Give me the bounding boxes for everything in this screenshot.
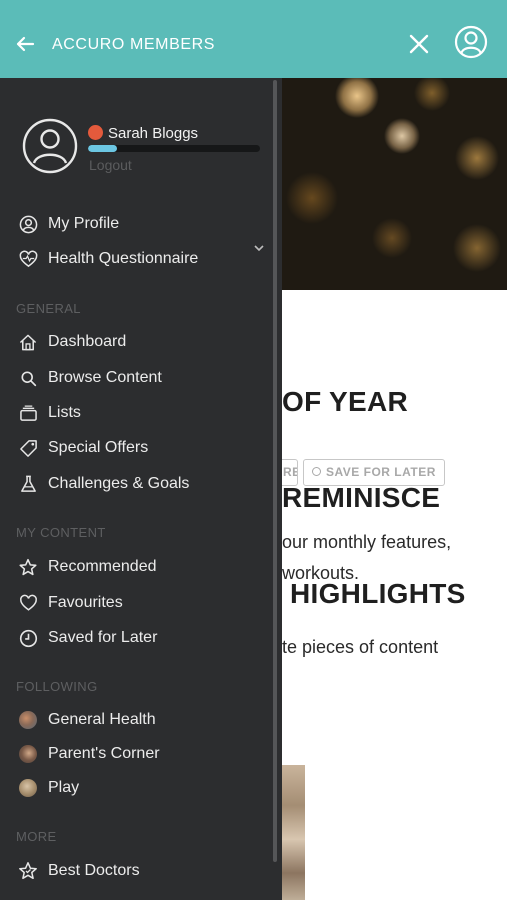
menu-item-label: Special Offers — [48, 439, 149, 456]
menu-item-label: Play — [48, 779, 80, 796]
menu-item-my-profile[interactable]: My Profile — [18, 211, 268, 237]
menu-item-favourites[interactable]: Favourites — [18, 590, 268, 616]
parents-corner-avatar — [18, 744, 38, 764]
article-title-line: REMINISCE — [282, 482, 441, 513]
lists-icon — [18, 403, 38, 423]
menu-item-challenges-goals[interactable]: Challenges & Goals — [18, 471, 268, 497]
menu-item-label: Saved for Later — [48, 629, 158, 646]
article-hero-image — [282, 78, 507, 290]
status-indicator — [88, 125, 103, 140]
profile-avatar-icon[interactable] — [22, 118, 78, 174]
flask-icon — [18, 474, 38, 494]
play-avatar — [18, 778, 38, 798]
menu-item-general-health[interactable]: General Health — [18, 707, 268, 733]
article-title-line: OF YEAR — [282, 386, 409, 417]
article-body-line: te pieces of content — [282, 637, 439, 657]
menu-item-browse-content[interactable]: Browse Content — [18, 365, 268, 391]
arrow-left-icon[interactable] — [14, 33, 36, 55]
save-for-later-button[interactable]: SAVE FOR LATER — [303, 459, 445, 486]
menu-item-recommended[interactable]: Recommended — [18, 554, 268, 580]
menu-item-play[interactable]: Play — [18, 775, 268, 801]
drawer-scrollbar[interactable] — [273, 80, 277, 862]
heart-pulse-icon — [18, 249, 38, 269]
menu-item-label: Dashboard — [48, 333, 127, 350]
clock-icon — [312, 467, 321, 476]
user-circle-icon[interactable] — [454, 25, 488, 59]
clock-icon — [18, 628, 38, 648]
menu-item-label: General Health — [48, 711, 156, 728]
star-badge-icon — [18, 861, 38, 881]
section-heading-general: GENERAL — [16, 301, 81, 316]
menu-item-lists[interactable]: Lists — [18, 400, 268, 426]
profile-progress-fill — [88, 145, 118, 152]
menu-item-special-offers[interactable]: Special Offers — [18, 435, 268, 461]
menu-item-label: Recommended — [48, 558, 157, 575]
user-name: Sarah Bloggs — [108, 125, 199, 142]
logout-link[interactable]: Logout — [89, 157, 132, 173]
close-icon[interactable] — [407, 32, 431, 56]
star-icon — [18, 557, 38, 577]
app-header: ACCURO MEMBERS — [0, 0, 507, 78]
menu-item-label: Best Doctors — [48, 862, 140, 879]
section-heading-more: MORE — [16, 829, 57, 844]
menu-item-label: Lists — [48, 404, 81, 421]
menu-item-label: Favourites — [48, 594, 123, 611]
heart-icon — [18, 593, 38, 613]
chip-label: RE! — [283, 465, 297, 479]
profile-progress-bar — [88, 145, 260, 152]
article-body-line: our monthly features, — [282, 532, 452, 552]
menu-item-dashboard[interactable]: Dashboard — [18, 329, 268, 355]
menu-item-best-doctors[interactable]: Best Doctors — [18, 858, 268, 884]
menu-item-health-questionnaire[interactable]: Health Questionnaire — [18, 246, 268, 272]
app-title: ACCURO MEMBERS — [52, 36, 216, 53]
section-heading-my-content: MY CONTENT — [16, 525, 106, 540]
chevron-down-icon[interactable] — [253, 242, 265, 254]
menu-item-label: Health Questionnaire — [48, 250, 199, 267]
user-circle-icon — [18, 214, 38, 234]
menu-item-label: Browse Content — [48, 369, 162, 386]
search-icon — [18, 368, 38, 388]
tag-icon — [18, 438, 38, 458]
menu-item-parents-corner[interactable]: Parent's Corner — [18, 741, 268, 767]
article-body-line: workouts. — [282, 563, 360, 583]
menu-item-saved-for-later[interactable]: Saved for Later — [18, 625, 268, 651]
article-thumbnail[interactable] — [282, 765, 305, 900]
menu-item-label: My Profile — [48, 215, 120, 232]
save-for-later-label: SAVE FOR LATER — [326, 465, 436, 479]
home-icon — [18, 332, 38, 352]
section-heading-following: FOLLOWING — [16, 679, 98, 694]
menu-item-label: Parent's Corner — [48, 745, 160, 762]
navigation-drawer: Sarah Bloggs Logout My Profile Health Qu… — [0, 78, 282, 900]
general-health-avatar — [18, 710, 38, 730]
menu-item-label: Challenges & Goals — [48, 475, 190, 492]
